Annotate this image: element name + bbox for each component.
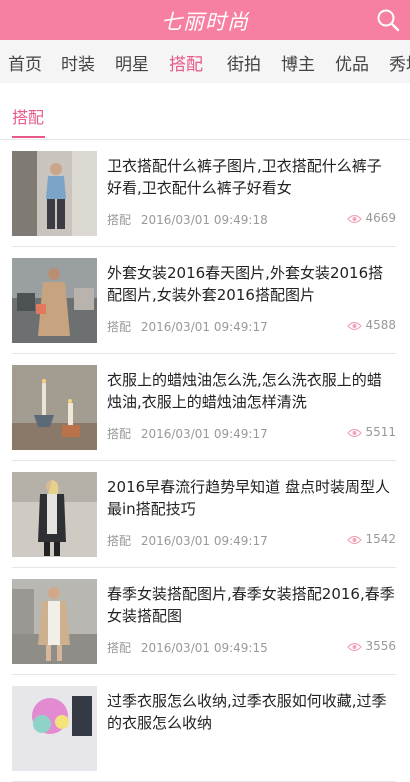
article-item[interactable]: 衣服上的蜡烛油怎么洗,怎么洗衣服上的蜡烛油,衣服上的蜡烛油怎样清洗 搭配 201… bbox=[12, 354, 396, 461]
article-item[interactable]: 2016早春流行趋势早知道 盘点时装周型人最in搭配技巧 搭配 2016/03/… bbox=[12, 461, 396, 568]
eye-icon bbox=[347, 214, 363, 224]
view-count: 5511 bbox=[365, 425, 396, 439]
nav-item-street[interactable]: 街拍 bbox=[227, 50, 261, 75]
article-item[interactable]: 外套女装2016春天图片,外套女装2016搭配图片,女装外套2016搭配图片 搭… bbox=[12, 247, 396, 354]
article-thumbnail[interactable] bbox=[12, 365, 97, 450]
article-date: 2016/03/01 09:49:17 bbox=[140, 534, 268, 548]
article-meta: 搭配 2016/03/01 09:49:17 bbox=[107, 425, 268, 442]
article-date: 2016/03/01 09:49:18 bbox=[140, 213, 268, 227]
nav-item-stars[interactable]: 明星 bbox=[115, 50, 149, 75]
article-category: 搭配 bbox=[107, 641, 132, 655]
article-meta: 搭配 2016/03/01 09:49:15 bbox=[107, 639, 268, 656]
article-meta: 搭配 2016/03/01 09:49:17 bbox=[107, 532, 268, 549]
view-count: 4588 bbox=[365, 318, 396, 332]
article-views: 3556 bbox=[347, 639, 396, 653]
article-title[interactable]: 2016早春流行趋势早知道 盘点时装周型人最in搭配技巧 bbox=[107, 476, 396, 520]
article-date: 2016/03/01 09:49:17 bbox=[140, 320, 268, 334]
article-views: 1542 bbox=[347, 532, 396, 546]
article-item[interactable]: 春季女装搭配图片,春季女装搭配2016,春季女装搭配图 搭配 2016/03/0… bbox=[12, 568, 396, 675]
article-item[interactable]: 过季衣服怎么收纳,过季衣服如何收藏,过季的衣服怎么收纳 bbox=[12, 675, 396, 782]
eye-icon bbox=[347, 428, 363, 438]
article-thumbnail[interactable] bbox=[12, 258, 97, 343]
article-category: 搭配 bbox=[107, 427, 132, 441]
article-category: 搭配 bbox=[107, 534, 132, 548]
section-tabs: 搭配 bbox=[0, 92, 410, 140]
view-count: 3556 bbox=[365, 639, 396, 653]
article-title[interactable]: 衣服上的蜡烛油怎么洗,怎么洗衣服上的蜡烛油,衣服上的蜡烛油怎样清洗 bbox=[107, 369, 396, 413]
article-views: 4588 bbox=[347, 318, 396, 332]
nav-item-products[interactable]: 优品 bbox=[335, 50, 369, 75]
article-item[interactable]: 卫衣搭配什么裤子图片,卫衣搭配什么裤子好看,卫衣配什么裤子好看女 搭配 2016… bbox=[12, 140, 396, 247]
nav-item-bloggers[interactable]: 博主 bbox=[281, 50, 315, 75]
tab-active-indicator bbox=[12, 136, 45, 138]
article-thumbnail[interactable] bbox=[12, 472, 97, 557]
eye-icon bbox=[347, 321, 363, 331]
article-meta: 搭配 2016/03/01 09:49:17 bbox=[107, 318, 268, 335]
article-thumbnail[interactable] bbox=[12, 686, 97, 771]
article-thumbnail[interactable] bbox=[12, 151, 97, 236]
article-date: 2016/03/01 09:49:17 bbox=[140, 427, 268, 441]
article-date: 2016/03/01 09:49:15 bbox=[140, 641, 268, 655]
article-meta: 搭配 2016/03/01 09:49:18 bbox=[107, 211, 268, 228]
search-icon bbox=[377, 9, 400, 32]
category-nav: 首页 时装 明星 搭配 街拍 博主 优品 秀场 bbox=[0, 40, 410, 83]
article-views: 4669 bbox=[347, 211, 396, 225]
article-views: 5511 bbox=[347, 425, 396, 439]
article-title[interactable]: 外套女装2016春天图片,外套女装2016搭配图片,女装外套2016搭配图片 bbox=[107, 262, 396, 306]
tab-matching[interactable]: 搭配 bbox=[12, 104, 44, 128]
search-button[interactable] bbox=[376, 8, 400, 32]
nav-item-runway[interactable]: 秀场 bbox=[389, 50, 410, 75]
eye-icon bbox=[347, 642, 363, 652]
article-title[interactable]: 春季女装搭配图片,春季女装搭配2016,春季女装搭配图 bbox=[107, 583, 396, 627]
article-thumbnail[interactable] bbox=[12, 579, 97, 664]
view-count: 1542 bbox=[365, 532, 396, 546]
view-count: 4669 bbox=[365, 211, 396, 225]
article-category: 搭配 bbox=[107, 320, 132, 334]
nav-item-matching[interactable]: 搭配 bbox=[169, 50, 203, 75]
top-bar: 七丽时尚 bbox=[0, 0, 410, 40]
nav-item-fashion[interactable]: 时装 bbox=[61, 50, 95, 75]
site-logo[interactable]: 七丽时尚 bbox=[0, 6, 410, 36]
article-title[interactable]: 卫衣搭配什么裤子图片,卫衣搭配什么裤子好看,卫衣配什么裤子好看女 bbox=[107, 155, 396, 199]
eye-icon bbox=[347, 535, 363, 545]
article-title[interactable]: 过季衣服怎么收纳,过季衣服如何收藏,过季的衣服怎么收纳 bbox=[107, 690, 396, 734]
nav-item-home[interactable]: 首页 bbox=[8, 50, 42, 75]
article-category: 搭配 bbox=[107, 213, 132, 227]
